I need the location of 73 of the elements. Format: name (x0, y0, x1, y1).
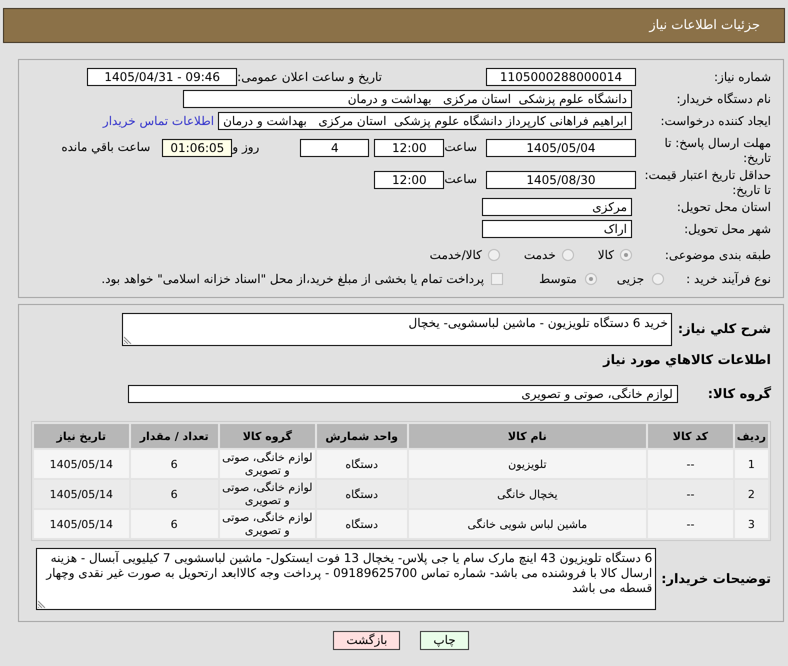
table-cell: -- (648, 450, 733, 478)
table-cell: دستگاه (316, 480, 407, 508)
field-label: توضیحات خریدار: (661, 572, 771, 586)
resize-grip-icon[interactable] (38, 600, 46, 608)
resize-grip-icon[interactable] (124, 336, 132, 344)
table-cell: تلویزیون (408, 450, 646, 478)
field-label: گروه کالا: (708, 386, 771, 402)
day-count-field[interactable]: 4 (300, 139, 370, 157)
radio-label: کالا (598, 248, 614, 262)
text-field[interactable]: مرکزی (482, 198, 632, 216)
field-label: شماره نیاز: (713, 70, 771, 84)
print-button[interactable]: چاپ (420, 631, 469, 650)
table-cell: دستگاه (316, 450, 407, 478)
time-field[interactable]: 12:00 (374, 139, 444, 157)
time-field[interactable]: 12:00 (374, 171, 444, 189)
table-cell: 1405/05/14 (34, 450, 129, 478)
table-header-cell: کد کالا (648, 424, 733, 448)
table-header-cell: نام کالا (408, 424, 646, 448)
field-label: استان محل تحویل: (676, 200, 771, 214)
description-field[interactable]: خرید 6 دستگاه تلویزیون - ماشین لباسشویی- یخچال (122, 313, 672, 346)
goods-group-field[interactable]: لوازم خانگی، صوتی و تصویری (128, 385, 678, 403)
table-header-cell: ردیف (734, 424, 768, 448)
table-cell: لوازم خانگی، صوتی و تصویری (220, 450, 315, 478)
table-header-cell: تعداد / مقدار (130, 424, 218, 448)
table-cell: 1405/05/14 (34, 510, 129, 538)
checkbox-label: پرداخت تمام یا بخشی از مبلغ خرید،از محل "اسناد خزانه اسلامی" خواهد بود. (101, 272, 484, 286)
field-label: ایجاد کننده درخواست: (659, 114, 771, 128)
field-label: شرح کلي نیاز: (678, 322, 771, 337)
table-header-cell: تاریخ نیاز (34, 424, 129, 448)
table-cell: دستگاه (316, 510, 407, 538)
remaining-time-field: 01:06:05 (162, 139, 232, 157)
table-cell: -- (648, 510, 733, 538)
field-label: طبقه بندی موضوعی: (664, 248, 771, 262)
table-cell: 6 (130, 480, 218, 508)
field-label: روز و (232, 140, 260, 155)
field-label: مهلت ارسال پاسخ: تا تاریخ: (663, 136, 771, 166)
field-label: ساعت باقي مانده (61, 140, 150, 155)
radio-label: خدمت (524, 248, 556, 262)
field-label: ساعت (444, 140, 477, 155)
table-cell: 1 (734, 450, 768, 478)
radio-label: جزیی (616, 272, 644, 286)
field-label: ساعت (444, 172, 477, 187)
table-cell: -- (648, 480, 733, 508)
table-header-cell: گروه کالا (220, 424, 315, 448)
table-header-cell: واحد شمارش (316, 424, 407, 448)
table-cell: لوازم خانگی، صوتی و تصویری (220, 480, 315, 508)
field-label: نام دستگاه خریدار: (676, 92, 771, 106)
date-field[interactable]: 1405/05/04 (486, 139, 636, 157)
contact-link[interactable]: اطلاعات تماس خریدار (102, 114, 214, 128)
text-field[interactable]: دانشگاه علوم پزشکی استان مرکزی بهداشت و درمان (183, 90, 632, 108)
field-label: نوع فرآیند خرید : (686, 272, 771, 286)
table-cell: 6 (130, 510, 218, 538)
radio-label: متوسط (539, 272, 577, 286)
back-button[interactable]: بازگشت (333, 631, 400, 650)
need-number-field[interactable]: 1105000288000014 (486, 68, 636, 86)
date-field[interactable]: 1405/08/30 (486, 171, 636, 189)
table-cell: 1405/05/14 (34, 480, 129, 508)
text-field[interactable]: ابراهیم فراهانی کارپرداز دانشگاه علوم پزشکی استان مرکزی بهداشت و درمان (218, 112, 632, 130)
field-label: حداقل تاریخ اعتبار قیمت: تا تاریخ: (643, 168, 771, 198)
table-cell: 6 (130, 450, 218, 478)
table-cell: یخچال خانگی (408, 480, 646, 508)
window-title: جزئیات اطلاعات نیاز (649, 18, 760, 33)
text-field[interactable]: اراک (482, 220, 632, 238)
table-cell: 2 (734, 480, 768, 508)
date-time-field[interactable]: 1405/04/31 - 09:46 (87, 68, 238, 86)
field-label: شهر محل تحویل: (683, 222, 771, 236)
section-heading: اطلاعات کالاهاي مورد نیاز (603, 353, 771, 369)
table-cell: ماشین لباس شویی خانگی (408, 510, 646, 538)
radio-label: کالا/خدمت (430, 248, 482, 262)
table-cell: 3 (734, 510, 768, 538)
buyer-notes-field[interactable]: 6 دستگاه تلویزیون 43 اینچ مارک سام یا جی پلاس- یخچال 13 فوت ایستکول- ماشین لباسشویی 7 کیلیویی آبسال - هزینه ارسال کالا با فروشنده می باشد- شماره تماس 09189625700 - پرداخت وجه کالاابعد ارتحویل به صورت غیر نقدی وچهار قسطه می باشد (36, 548, 656, 610)
field-label: تاریخ و ساعت اعلان عمومی: (237, 70, 382, 84)
table-cell: لوازم خانگی، صوتی و تصویری (220, 510, 315, 538)
